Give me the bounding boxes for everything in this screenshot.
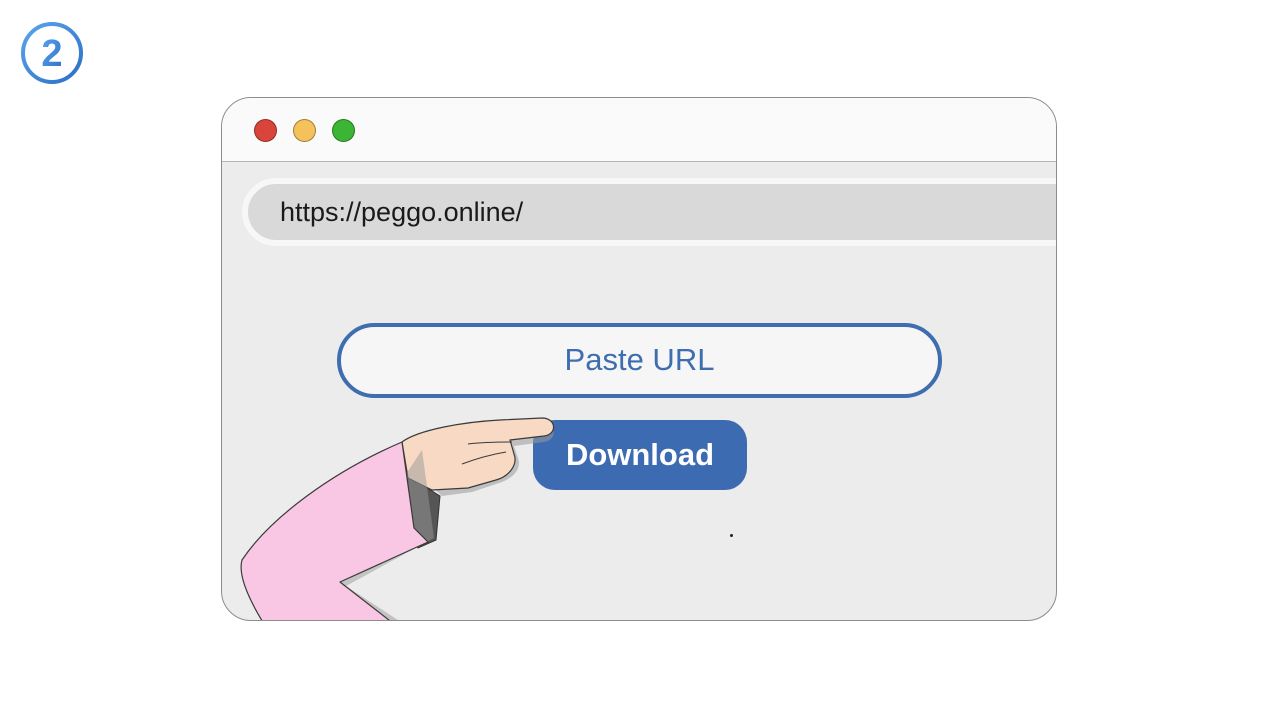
illustration-canvas: 2 https://peggo.online/ Paste URL Downlo… — [0, 0, 1279, 720]
minimize-window-icon[interactable] — [293, 119, 316, 142]
browser-window: https://peggo.online/ Paste URL Download — [221, 97, 1057, 621]
step-number-icon: 2 — [21, 22, 83, 84]
step-number: 2 — [41, 33, 62, 75]
address-bar-url: https://peggo.online/ — [280, 197, 524, 227]
close-window-icon[interactable] — [254, 119, 277, 142]
browser-titlebar — [222, 98, 1056, 162]
download-button[interactable]: Download — [533, 420, 747, 490]
download-button-label: Download — [565, 437, 715, 472]
paste-url-placeholder: Paste URL — [564, 342, 715, 377]
paste-url-input[interactable]: Paste URL — [337, 323, 942, 398]
address-bar[interactable]: https://peggo.online/ — [242, 178, 1056, 246]
maximize-window-icon[interactable] — [332, 119, 355, 142]
decorative-dot — [730, 534, 733, 537]
